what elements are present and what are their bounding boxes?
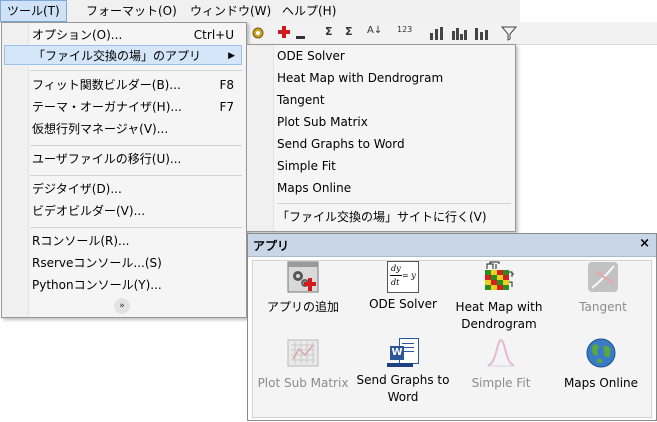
menu-item-label: フィット関数ビルダー(B)... bbox=[32, 78, 181, 92]
menu-item-video-builder[interactable]: ビデオビルダー(V)... bbox=[4, 201, 242, 221]
app-label: ODE Solver bbox=[369, 297, 437, 311]
ode-formula-icon: dy dt = y bbox=[387, 261, 419, 293]
fraction-bar bbox=[390, 275, 402, 276]
app-simple-fit[interactable]: Simple Fit bbox=[451, 337, 551, 392]
menu-item-shortcut: Ctrl+U bbox=[193, 28, 234, 42]
menu-item-r-console[interactable]: Rコンソール(R)... bbox=[4, 231, 242, 251]
app-label: Simple Fit bbox=[471, 376, 531, 390]
menu-item-fit-function-builder[interactable]: フィット関数ビルダー(B)... F8 bbox=[4, 75, 242, 95]
menu-item-digitizer[interactable]: デジタイザ(D)... bbox=[4, 179, 242, 199]
menu-item-theme-organizer[interactable]: テーマ・オーガナイザ(H)... F7 bbox=[4, 97, 242, 117]
apps-panel: アプリ × アプリの追加 dy dt = y ODE Solver Heat M… bbox=[247, 233, 657, 421]
menu-item-rserve-console[interactable]: Rserveコンソール...(S) bbox=[4, 253, 242, 273]
add-icon[interactable] bbox=[277, 25, 293, 41]
histogram-icon[interactable] bbox=[451, 25, 469, 41]
menu-item-label: 「ファイル交換の場」のアプリ bbox=[33, 49, 202, 63]
column-chart-icon[interactable] bbox=[473, 25, 491, 41]
menu-item-label: ユーザファイルの移行(U)... bbox=[32, 152, 182, 166]
menu-item-shortcut: F7 bbox=[219, 100, 234, 114]
menu-item-shortcut: F8 bbox=[219, 78, 234, 92]
document-line bbox=[402, 343, 414, 344]
menu-item-label: デジタイザ(D)... bbox=[32, 182, 122, 196]
apps-submenu: ODE Solver Heat Map with Dendrogram Tang… bbox=[246, 44, 516, 232]
menu-item-virtual-matrix-manager[interactable]: 仮想行列マネージャ(V)... bbox=[4, 119, 242, 139]
chevron-double-down-icon[interactable]: » bbox=[114, 298, 130, 314]
peak-fit-icon bbox=[487, 338, 515, 367]
menu-item-label: Rコンソール(R)... bbox=[32, 234, 130, 248]
app-plot-sub-matrix[interactable]: Plot Sub Matrix bbox=[253, 337, 353, 392]
menu-icon-gutter bbox=[247, 45, 274, 231]
sum-icon[interactable]: Σ bbox=[325, 25, 333, 41]
sub-matrix-icon bbox=[287, 339, 319, 367]
minus-icon[interactable] bbox=[295, 25, 307, 41]
menu-item-label: オプション(O)... bbox=[32, 28, 123, 42]
menu-separator bbox=[30, 145, 242, 146]
tools-menu: オプション(O)... Ctrl+U 「ファイル交換の場」のアプリ ▶ フィット… bbox=[1, 22, 247, 318]
submenu-item-heat-map-dendrogram[interactable]: Heat Map with Dendrogram bbox=[277, 67, 443, 89]
number-format-icon[interactable]: 123 bbox=[397, 25, 412, 41]
submenu-item-send-graphs-to-word[interactable]: Send Graphs to Word bbox=[277, 133, 405, 155]
add-app-icon bbox=[287, 261, 319, 293]
apps-panel-titlebar[interactable]: アプリ × bbox=[248, 234, 656, 257]
ode-rhs: = y bbox=[402, 271, 416, 280]
submenu-item-tangent[interactable]: Tangent bbox=[277, 89, 325, 111]
app-maps-online[interactable]: Maps Online bbox=[551, 337, 651, 392]
app-label: Tangent bbox=[579, 300, 627, 314]
app-ode-solver[interactable]: dy dt = y ODE Solver bbox=[353, 261, 453, 313]
heatmap-icon bbox=[485, 261, 514, 290]
menu-tools[interactable]: ツール(T) bbox=[0, 0, 67, 22]
menu-item-label: Rserveコンソール...(S) bbox=[32, 256, 162, 270]
app-tangent[interactable]: Tangent bbox=[553, 261, 653, 316]
filter-icon[interactable] bbox=[501, 25, 517, 41]
word-icon: W bbox=[387, 337, 419, 369]
menu-help[interactable]: ヘルプ(H) bbox=[276, 0, 342, 22]
toolbar: Σ Σ A↓ 123 bbox=[245, 22, 657, 45]
menu-separator bbox=[30, 227, 242, 228]
sort-icon[interactable]: A↓ bbox=[367, 25, 382, 41]
app-send-graphs-to-word[interactable]: W Send Graphs to Word bbox=[353, 337, 453, 406]
apps-panel-title: アプリ bbox=[253, 239, 290, 253]
apps-grid: アプリの追加 dy dt = y ODE Solver Heat Map wit… bbox=[252, 260, 652, 418]
close-icon[interactable]: × bbox=[639, 236, 650, 251]
sigma-icon[interactable]: Σ bbox=[345, 25, 353, 41]
menu-item-label: 仮想行列マネージャ(V)... bbox=[32, 122, 169, 136]
menu-item-label: ビデオビルダー(V)... bbox=[32, 204, 146, 218]
menu-item-options[interactable]: オプション(O)... Ctrl+U bbox=[4, 25, 242, 45]
ode-numerator: dy bbox=[391, 264, 401, 273]
tangent-icon bbox=[588, 262, 618, 292]
submenu-item-simple-fit[interactable]: Simple Fit bbox=[277, 155, 336, 177]
submenu-arrow-icon: ▶ bbox=[228, 51, 235, 61]
globe-icon bbox=[586, 338, 616, 368]
menu-item-label: Pythonコンソール(Y)... bbox=[32, 278, 162, 292]
submenu-item-visit-file-exchange[interactable]: 「ファイル交換の場」サイトに行く(V) bbox=[277, 206, 487, 228]
menu-separator bbox=[30, 70, 242, 71]
menu-format[interactable]: フォーマット(O) bbox=[80, 0, 183, 22]
word-badge: W bbox=[390, 346, 404, 360]
menu-window[interactable]: ウィンドウ(W) bbox=[184, 0, 277, 22]
app-add[interactable]: アプリの追加 bbox=[253, 261, 353, 316]
menu-separator bbox=[277, 203, 511, 204]
menu-separator bbox=[30, 175, 242, 176]
menu-item-migrate-user-files[interactable]: ユーザファイルの移行(U)... bbox=[4, 149, 242, 169]
menu-item-label: テーマ・オーガナイザ(H)... bbox=[32, 100, 182, 114]
app-label: Plot Sub Matrix bbox=[257, 376, 349, 390]
ode-denominator: dt bbox=[391, 278, 400, 287]
submenu-item-ode-solver[interactable]: ODE Solver bbox=[277, 45, 345, 67]
app-label: アプリの追加 bbox=[266, 300, 339, 314]
settings-icon[interactable] bbox=[251, 25, 265, 41]
bar-chart-icon[interactable] bbox=[429, 25, 447, 41]
app-label: Send Graphs to Word bbox=[356, 373, 450, 404]
app-heat-map-dendrogram[interactable]: Heat Map with Dendrogram bbox=[449, 261, 549, 333]
app-label: Heat Map with Dendrogram bbox=[455, 300, 543, 331]
menu-bar: ツール(T) フォーマット(O) ウィンドウ(W) ヘルプ(H) bbox=[0, 0, 520, 23]
arrow-bar bbox=[387, 363, 413, 367]
app-label: Maps Online bbox=[563, 376, 639, 390]
menu-item-python-console[interactable]: Pythonコンソール(Y)... bbox=[4, 275, 242, 295]
submenu-item-maps-online[interactable]: Maps Online bbox=[277, 177, 351, 199]
menu-item-file-exchange-apps[interactable]: 「ファイル交換の場」のアプリ ▶ bbox=[4, 45, 242, 65]
submenu-item-plot-sub-matrix[interactable]: Plot Sub Matrix bbox=[277, 111, 368, 133]
